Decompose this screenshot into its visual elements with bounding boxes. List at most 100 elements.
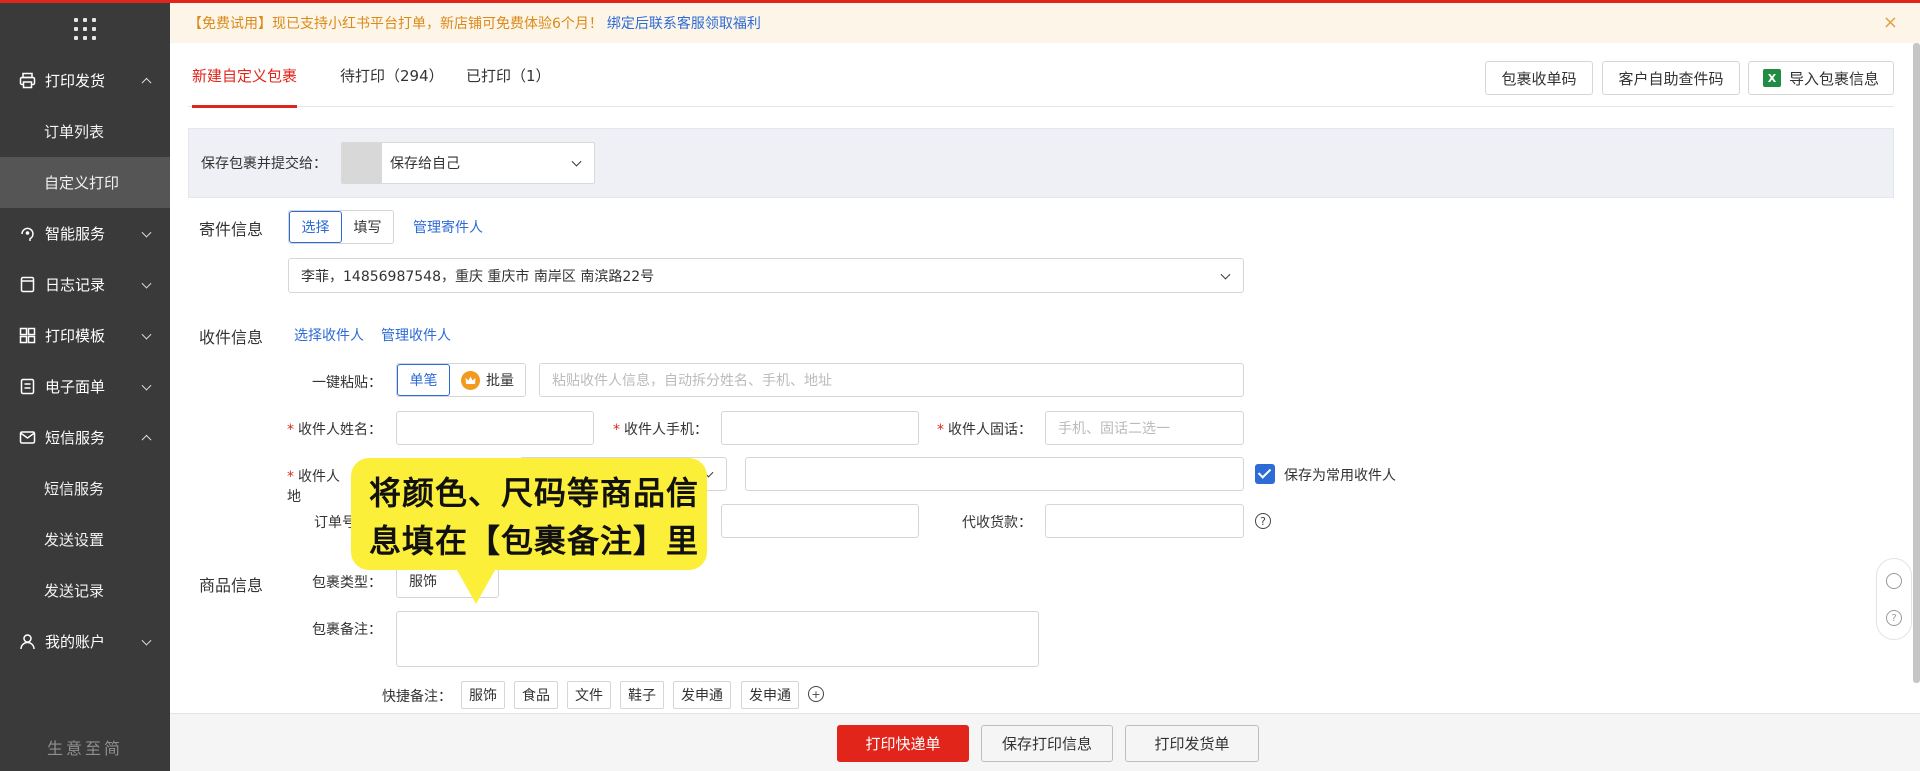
mail-icon [18, 429, 36, 447]
sender-mode-toggle: 选择 填写 [288, 210, 394, 244]
chevron-down-icon [141, 380, 152, 391]
user-icon [18, 633, 36, 651]
print-express-button[interactable]: 打印快递单 [837, 725, 969, 762]
sidebar: 打印发货 订单列表 自定义打印 智能服务 日志记录 打印模板 电子面单 短信服务… [0, 3, 170, 771]
headset-icon[interactable] [1886, 573, 1902, 589]
select-receiver-link[interactable]: 选择收件人 [294, 325, 364, 345]
manage-receiver-link[interactable]: 管理收件人 [381, 325, 451, 345]
parcel-code-button[interactable]: 包裹收单码 [1485, 61, 1593, 95]
close-icon[interactable]: × [1883, 12, 1898, 33]
tab-printed[interactable]: 已打印（1） [466, 43, 551, 107]
sidebar-subitem-custom-print[interactable]: 自定义打印 [0, 157, 170, 208]
paste-mode-toggle: 单笔 批量 [396, 363, 526, 397]
receiver-phone-label: * 收件人固话： [920, 419, 1032, 439]
required-mark: * [287, 422, 294, 438]
quick-tag-clothing[interactable]: 服饰 [461, 681, 505, 709]
sidebar-subitem-send-settings[interactable]: 发送设置 [0, 514, 170, 565]
parcel-note-tooltip: 将颜色、尺码等商品信 息填在【包裹备注】里 [351, 458, 707, 604]
waybill-icon [18, 378, 36, 396]
save-target-value: 保存给自己 [390, 156, 460, 172]
sidebar-item-label: 智能服务 [45, 225, 106, 243]
tab-pending-print[interactable]: 待打印（294） [340, 43, 444, 107]
receiver-name-label: * 收件人姓名： [270, 419, 382, 439]
order-number-input[interactable] [721, 504, 919, 538]
avatar [342, 143, 382, 183]
cod-input[interactable] [1045, 504, 1244, 538]
help-icon[interactable]: ? [1255, 513, 1271, 529]
print-shipping-list-button[interactable]: 打印发货单 [1125, 725, 1259, 762]
sidebar-item-logs[interactable]: 日志记录 [0, 259, 170, 310]
manage-sender-link[interactable]: 管理寄件人 [413, 217, 483, 237]
chevron-down-icon [1220, 269, 1231, 280]
sidebar-item-label: 打印模板 [45, 327, 106, 345]
template-icon [18, 327, 36, 345]
receiver-name-input[interactable] [396, 411, 594, 445]
footer-action-bar: 打印快递单 保存打印信息 打印发货单 [170, 713, 1920, 771]
sidebar-item-label: 打印发货 [45, 72, 106, 90]
sidebar-subitem-sms-service[interactable]: 短信服务 [0, 463, 170, 514]
sidebar-item-e-waybill[interactable]: 电子面单 [0, 361, 170, 412]
receiver-mobile-label-text: 收件人手机： [624, 422, 708, 438]
paste-mode-batch[interactable]: 批量 [450, 364, 525, 396]
quick-note-label: 快捷备注： [382, 689, 452, 705]
notice-text: 【免费试用】现已支持小红书平台打单，新店铺可免费体验6个月！ [188, 16, 603, 32]
save-submit-row: 保存包裹并提交给： 保存给自己 [188, 128, 1894, 198]
self-query-code-button[interactable]: 客户自助查件码 [1602, 61, 1740, 95]
quick-tag-sto-1[interactable]: 发申通 [673, 681, 731, 709]
sender-mode-fill[interactable]: 填写 [342, 211, 393, 243]
quick-tag-food[interactable]: 食品 [514, 681, 558, 709]
add-quick-note-icon[interactable]: + [808, 686, 824, 702]
quick-tag-document[interactable]: 文件 [567, 681, 611, 709]
tooltip-line-2: 息填在【包裹备注】里 [369, 522, 700, 560]
sidebar-item-smart-service[interactable]: 智能服务 [0, 208, 170, 259]
scrollbar[interactable] [1913, 43, 1920, 683]
receiver-address-label: * 收件人地 [270, 466, 350, 506]
brand-slogan: 生意至简 [46, 739, 123, 758]
sender-address-select[interactable]: 李菲，14856987548，重庆 重庆市 南岸区 南滨路22号 [288, 258, 1244, 293]
parcel-type-value: 服饰 [409, 574, 437, 590]
faq-icon[interactable]: ? [1886, 610, 1902, 626]
required-mark: * [613, 422, 620, 438]
save-target-select[interactable]: 保存给自己 [341, 142, 595, 184]
sidebar-subitem-order-list[interactable]: 订单列表 [0, 106, 170, 157]
import-parcel-button[interactable]: X 导入包裹信息 [1748, 61, 1894, 95]
save-common-receiver-label: 保存为常用收件人 [1284, 468, 1396, 484]
quick-tag-shoes[interactable]: 鞋子 [620, 681, 664, 709]
receiver-section-title: 收件信息 [199, 328, 264, 347]
sidebar-item-sms-service[interactable]: 短信服务 [0, 412, 170, 463]
sidebar-item-label: 日志记录 [45, 276, 106, 294]
app-menu-icon[interactable] [0, 3, 170, 55]
chevron-up-icon [141, 434, 152, 445]
smart-service-icon [18, 225, 36, 243]
chevron-down-icon [571, 156, 582, 167]
sidebar-item-print-template[interactable]: 打印模板 [0, 310, 170, 361]
sidebar-item-my-account[interactable]: 我的账户 [0, 616, 170, 667]
excel-icon: X [1762, 69, 1781, 87]
sidebar-item-label: 我的账户 [45, 633, 106, 651]
receiver-name-label-text: 收件人姓名： [298, 422, 382, 438]
save-print-info-button[interactable]: 保存打印信息 [981, 725, 1113, 762]
receiver-phone-input[interactable]: 手机、固话二选一 [1045, 411, 1244, 445]
tab-new-custom-parcel[interactable]: 新建自定义包裹 [192, 43, 298, 108]
required-mark: * [287, 469, 294, 485]
sender-address-value: 李菲，14856987548，重庆 重庆市 南岸区 南滨路22号 [301, 268, 655, 285]
save-common-receiver-checkbox[interactable] [1255, 464, 1275, 484]
sidebar-item-print-ship[interactable]: 打印发货 [0, 55, 170, 106]
crown-icon [461, 370, 480, 390]
receiver-mobile-input[interactable] [721, 411, 919, 445]
sender-mode-select[interactable]: 选择 [289, 211, 342, 243]
parcel-note-textarea[interactable] [396, 611, 1039, 667]
paste-input[interactable]: 粘贴收件人信息，自动拆分姓名、手机、地址 [539, 363, 1244, 397]
receiver-phone-label-text: 收件人固话： [948, 422, 1032, 438]
receiver-address-detail-input[interactable] [745, 457, 1244, 491]
quick-tag-sto-2[interactable]: 发申通 [741, 681, 799, 709]
save-submit-label: 保存包裹并提交给： [201, 156, 327, 172]
log-icon [18, 276, 36, 294]
tooltip-line-1: 将颜色、尺码等商品信 [369, 474, 700, 512]
sender-section-title: 寄件信息 [199, 220, 264, 239]
sidebar-subitem-send-records[interactable]: 发送记录 [0, 565, 170, 616]
chevron-down-icon [141, 635, 152, 646]
notice-link[interactable]: 绑定后联系客服领取福利 [607, 13, 761, 33]
paste-mode-single[interactable]: 单笔 [397, 364, 450, 396]
import-parcel-label: 导入包裹信息 [1788, 69, 1879, 88]
